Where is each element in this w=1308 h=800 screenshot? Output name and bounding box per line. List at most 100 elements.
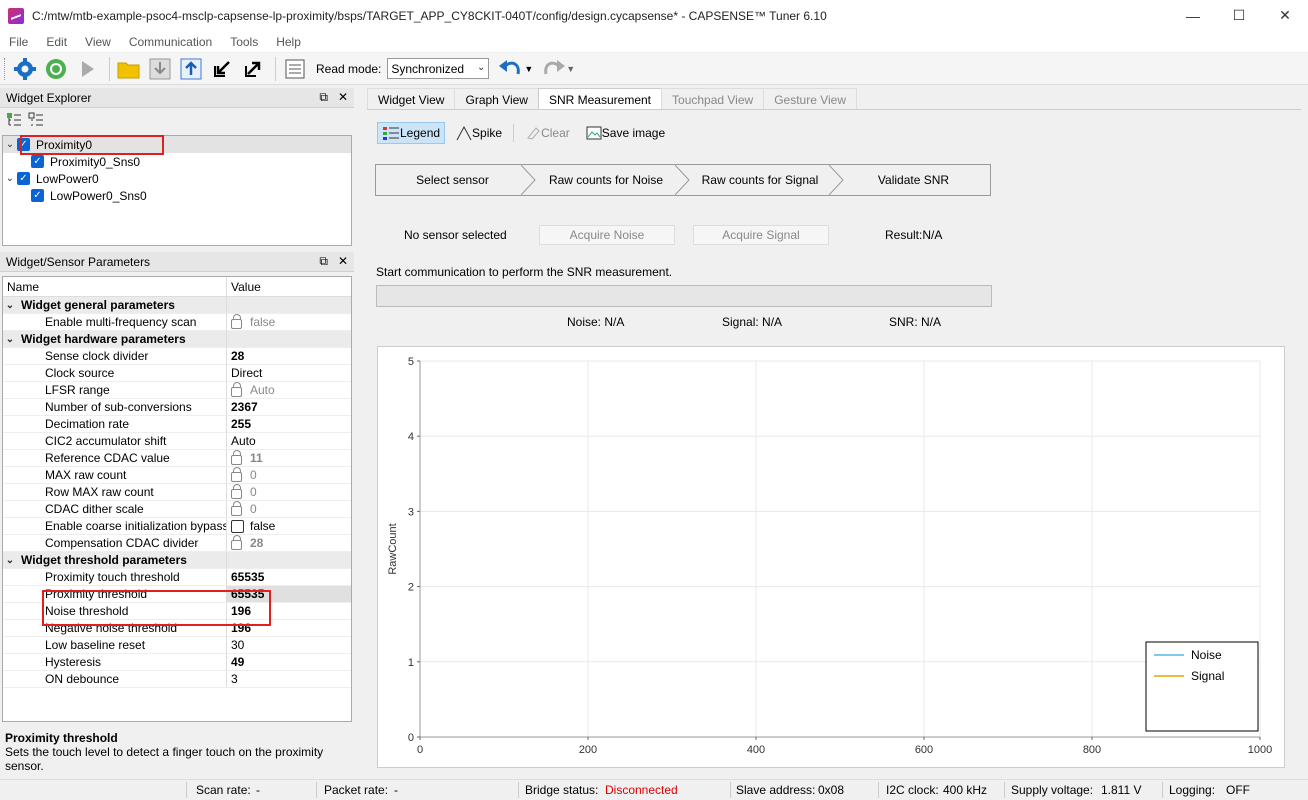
param-value[interactable]: 255 xyxy=(227,416,351,433)
table-row[interactable]: Hysteresis 49 xyxy=(3,654,351,671)
category-threshold[interactable]: ⌄ Widget threshold parameters xyxy=(3,552,351,569)
param-value[interactable]: 65535 xyxy=(227,586,351,603)
open-folder-icon[interactable] xyxy=(115,55,143,83)
table-row[interactable]: Noise threshold 196 xyxy=(3,603,351,620)
save-image-button[interactable]: Save image xyxy=(581,122,670,144)
param-value[interactable]: Direct xyxy=(227,365,351,382)
tree-item-lowpower0-sns0[interactable]: ✓ LowPower0_Sns0 xyxy=(3,187,351,204)
log-icon[interactable] xyxy=(281,55,309,83)
undo-dropdown-icon[interactable]: ▼ xyxy=(524,64,533,74)
table-row[interactable]: Enable multi-frequency scan false xyxy=(3,313,351,331)
tab-gesture-view[interactable]: Gesture View xyxy=(763,88,857,110)
param-name: MAX raw count xyxy=(3,467,227,484)
param-value[interactable]: 30 xyxy=(227,637,351,654)
table-row[interactable]: Reference CDAC value 11 xyxy=(3,449,351,467)
import-icon[interactable] xyxy=(146,55,174,83)
param-value[interactable]: 196 xyxy=(227,620,351,637)
menu-communication[interactable]: Communication xyxy=(120,35,221,49)
table-row[interactable]: CDAC dither scale 0 xyxy=(3,500,351,518)
spike-button[interactable]: Spike xyxy=(451,122,507,144)
maximize-button[interactable]: ☐ xyxy=(1216,0,1262,31)
x-tick-label: 0 xyxy=(417,744,423,756)
param-name: Compensation CDAC divider xyxy=(3,535,227,552)
table-row[interactable]: Clock source Direct xyxy=(3,365,351,382)
table-row[interactable]: Row MAX raw count 0 xyxy=(3,483,351,501)
checkbox-checked-icon[interactable]: ✓ xyxy=(31,155,44,168)
param-value[interactable]: 3 xyxy=(227,671,351,688)
step-raw-signal[interactable]: Raw counts for Signal xyxy=(683,164,844,196)
undo-icon[interactable] xyxy=(497,55,525,83)
acquire-signal-button[interactable]: Acquire Signal xyxy=(693,225,829,245)
checkbox-checked-icon[interactable]: ✓ xyxy=(17,138,30,151)
start-play-icon[interactable] xyxy=(73,55,101,83)
expand-all-icon[interactable] xyxy=(6,112,22,131)
chevron-down-icon[interactable]: ⌄ xyxy=(3,173,17,184)
export-right-icon[interactable] xyxy=(239,55,267,83)
table-row[interactable]: Negative noise threshold 196 xyxy=(3,620,351,637)
close-button[interactable]: ✕ xyxy=(1262,0,1308,31)
table-row[interactable]: LFSR range Auto xyxy=(3,381,351,399)
tab-touchpad-view[interactable]: Touchpad View xyxy=(661,88,765,110)
legend-button[interactable]: Legend xyxy=(377,122,446,144)
category-hardware[interactable]: ⌄ Widget hardware parameters xyxy=(3,331,351,348)
settings-gear-icon[interactable] xyxy=(11,55,39,83)
read-mode-select[interactable]: Synchronized ⌄ xyxy=(387,58,490,79)
tab-graph-view[interactable]: Graph View xyxy=(454,88,539,110)
acquire-noise-button[interactable]: Acquire Noise xyxy=(539,225,675,245)
chevron-down-icon[interactable]: ⌄ xyxy=(3,331,17,347)
menu-view[interactable]: View xyxy=(76,35,120,49)
upload-icon[interactable] xyxy=(177,55,205,83)
param-value[interactable]: Auto xyxy=(227,433,351,450)
step-raw-noise[interactable]: Raw counts for Noise xyxy=(529,164,690,196)
param-value[interactable]: 65535 xyxy=(227,569,351,586)
tab-widget-view[interactable]: Widget View xyxy=(367,88,456,110)
step-validate-snr[interactable]: Validate SNR xyxy=(837,164,991,196)
menu-file[interactable]: File xyxy=(0,35,37,49)
table-row[interactable]: MAX raw count 0 xyxy=(3,466,351,484)
table-row[interactable]: Compensation CDAC divider 28 xyxy=(3,534,351,552)
table-row[interactable]: CIC2 accumulator shift Auto xyxy=(3,433,351,450)
minimize-button[interactable]: — xyxy=(1170,0,1216,31)
table-row-selected[interactable]: Proximity threshold 65535 xyxy=(3,586,351,603)
table-row[interactable]: Sense clock divider 28 xyxy=(3,348,351,365)
column-header-value[interactable]: Value xyxy=(227,280,261,294)
param-value[interactable]: 49 xyxy=(227,654,351,671)
close-panel-icon[interactable]: ✕ xyxy=(338,254,348,269)
close-panel-icon[interactable]: ✕ xyxy=(338,90,348,105)
param-name: Decimation rate xyxy=(3,416,227,433)
tree-item-proximity0[interactable]: ⌄ ✓ Proximity0 xyxy=(3,136,351,153)
chevron-down-icon[interactable]: ⌄ xyxy=(3,297,17,313)
menu-help[interactable]: Help xyxy=(267,35,310,49)
param-value[interactable]: 196 xyxy=(227,603,351,620)
checkbox-checked-icon[interactable]: ✓ xyxy=(17,172,30,185)
table-row[interactable]: Decimation rate 255 xyxy=(3,416,351,433)
table-row[interactable]: Enable coarse initialization bypass fals… xyxy=(3,518,351,535)
param-value[interactable]: 2367 xyxy=(227,399,351,416)
chevron-down-icon[interactable]: ⌄ xyxy=(3,552,17,568)
category-general[interactable]: ⌄ Widget general parameters xyxy=(3,297,351,314)
tab-snr-measurement[interactable]: SNR Measurement xyxy=(537,88,663,110)
chevron-down-icon[interactable]: ⌄ xyxy=(3,139,17,150)
float-panel-icon[interactable]: ⧉ xyxy=(319,90,328,105)
parameters-title: Widget/Sensor Parameters xyxy=(6,254,151,269)
param-value[interactable]: 28 xyxy=(227,348,351,365)
checkbox-unchecked-icon[interactable] xyxy=(231,519,244,533)
table-row[interactable]: Number of sub-conversions 2367 xyxy=(3,399,351,416)
connect-icon[interactable] xyxy=(42,55,70,83)
export-left-icon[interactable] xyxy=(208,55,236,83)
column-header-name[interactable]: Name xyxy=(3,276,227,297)
table-row[interactable]: ON debounce 3 xyxy=(3,671,351,688)
collapse-all-icon[interactable] xyxy=(28,112,44,131)
redo-dropdown-icon[interactable]: ▼ xyxy=(566,64,575,74)
checkbox-checked-icon[interactable]: ✓ xyxy=(31,189,44,202)
redo-icon[interactable] xyxy=(539,55,567,83)
menu-tools[interactable]: Tools xyxy=(221,35,267,49)
clear-button[interactable]: Clear xyxy=(520,122,575,144)
menu-edit[interactable]: Edit xyxy=(37,35,76,49)
step-select-sensor[interactable]: Select sensor xyxy=(375,164,536,196)
table-row[interactable]: Low baseline reset 30 xyxy=(3,637,351,654)
table-row[interactable]: Proximity touch threshold 65535 xyxy=(3,569,351,586)
tree-item-proximity0-sns0[interactable]: ✓ Proximity0_Sns0 xyxy=(3,153,351,170)
tree-item-lowpower0[interactable]: ⌄ ✓ LowPower0 xyxy=(3,170,351,187)
float-panel-icon[interactable]: ⧉ xyxy=(319,254,328,269)
